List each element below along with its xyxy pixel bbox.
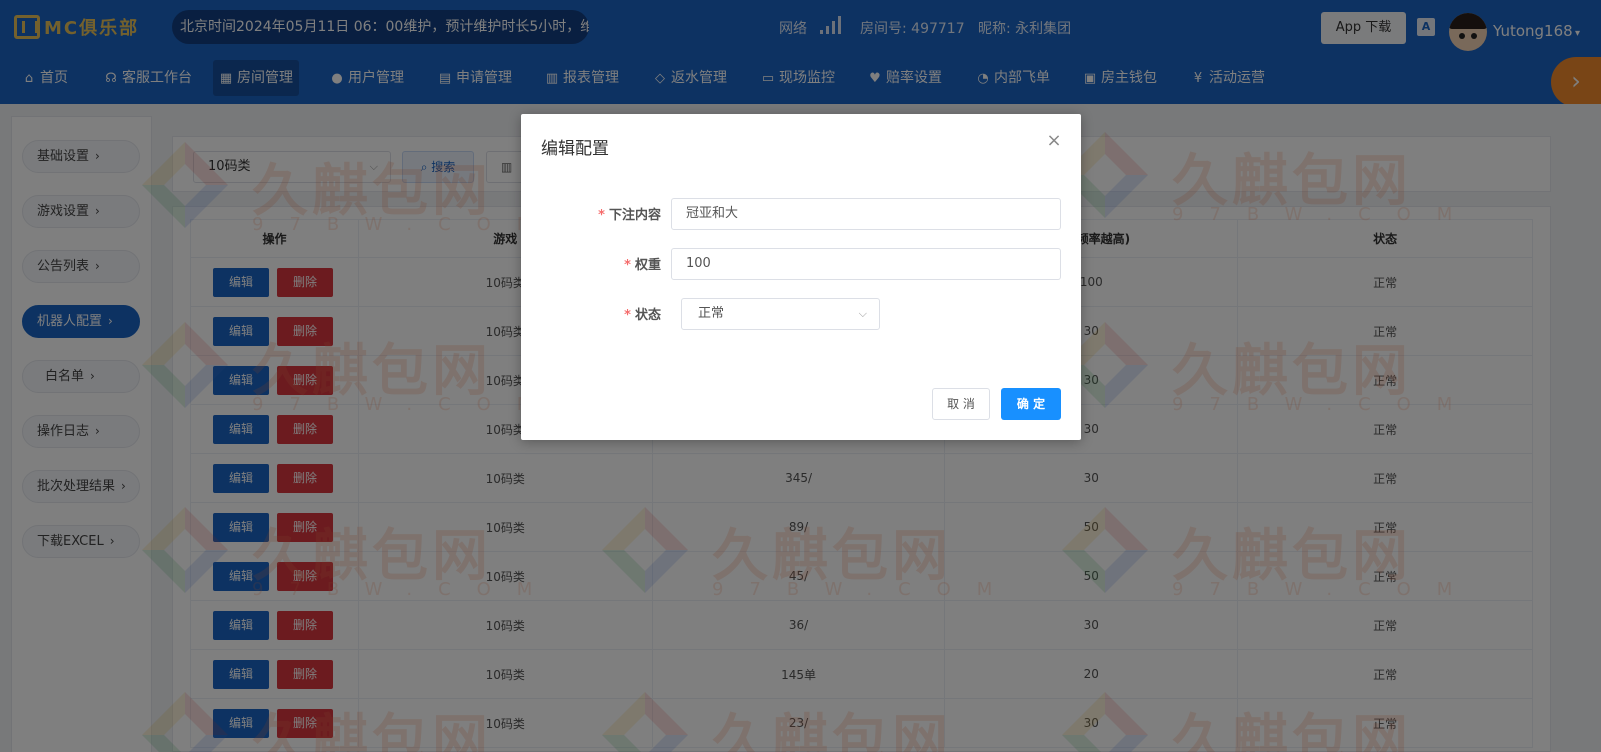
bet-content-input[interactable]: 冠亚和大 <box>671 198 1061 230</box>
dialog-title: 编辑配置 <box>541 139 609 159</box>
weight-label: * 权重 <box>624 258 661 273</box>
cancel-button[interactable]: 取 消 <box>932 388 990 420</box>
close-icon[interactable]: × <box>1045 132 1063 150</box>
chevron-down-icon: ⌵ <box>858 307 867 320</box>
status-label: * 状态 <box>624 308 661 323</box>
content-label: * 下注内容 <box>598 208 661 223</box>
confirm-button[interactable]: 确 定 <box>1001 388 1061 420</box>
weight-input[interactable]: 100 <box>671 248 1061 280</box>
status-select[interactable]: 正常 ⌵ <box>681 298 880 330</box>
edit-config-dialog: 编辑配置 × * 下注内容 冠亚和大 * 权重 100 * 状态 正常 ⌵ 取 消 确 … <box>521 114 1081 440</box>
